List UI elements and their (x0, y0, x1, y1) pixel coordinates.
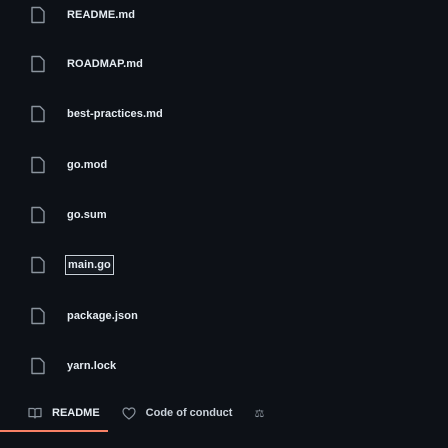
file-icon (30, 307, 48, 325)
law-icon: ⚖ (254, 407, 265, 420)
file-icon (30, 256, 48, 274)
file-name: main.go (65, 255, 114, 275)
file-name: README.md (67, 9, 136, 21)
file-name: package.json (67, 310, 138, 322)
tab-active-underline (0, 430, 108, 432)
file-row-best-practices[interactable]: best-practices.md (28, 103, 428, 125)
file-row-roadmap[interactable]: ROADMAP.md (28, 53, 428, 75)
tab-code-of-conduct-label: Code of conduct (145, 407, 233, 419)
heart-icon (122, 406, 136, 420)
file-row-main-go[interactable]: main.go (28, 254, 428, 276)
tab-license[interactable]: ⚖ (254, 407, 264, 420)
file-browser-page: README.md ROADMAP.md best-practices.md g… (0, 0, 448, 448)
book-icon (28, 407, 42, 419)
file-icon (30, 156, 48, 174)
file-row-readme[interactable]: README.md (28, 4, 428, 26)
file-name: go.sum (67, 209, 107, 221)
file-icon (30, 55, 48, 73)
file-row-package-json[interactable]: package.json (28, 305, 428, 327)
tab-readme[interactable]: README (28, 407, 100, 419)
file-icon (30, 206, 48, 224)
repo-tabs: README Code of conduct ⚖ (28, 398, 286, 428)
tab-code-of-conduct[interactable]: Code of conduct (122, 406, 233, 420)
file-name: ROADMAP.md (67, 58, 143, 70)
file-icon (30, 357, 48, 375)
file-name: yarn.lock (67, 360, 117, 372)
file-icon (30, 6, 48, 24)
file-row-go-sum[interactable]: go.sum (28, 204, 428, 226)
file-icon (30, 105, 48, 123)
file-name: go.mod (67, 159, 108, 171)
file-row-yarn-lock[interactable]: yarn.lock (28, 355, 428, 377)
tab-readme-label: README (52, 407, 100, 419)
file-name: best-practices.md (67, 108, 163, 120)
file-row-go-mod[interactable]: go.mod (28, 154, 428, 176)
